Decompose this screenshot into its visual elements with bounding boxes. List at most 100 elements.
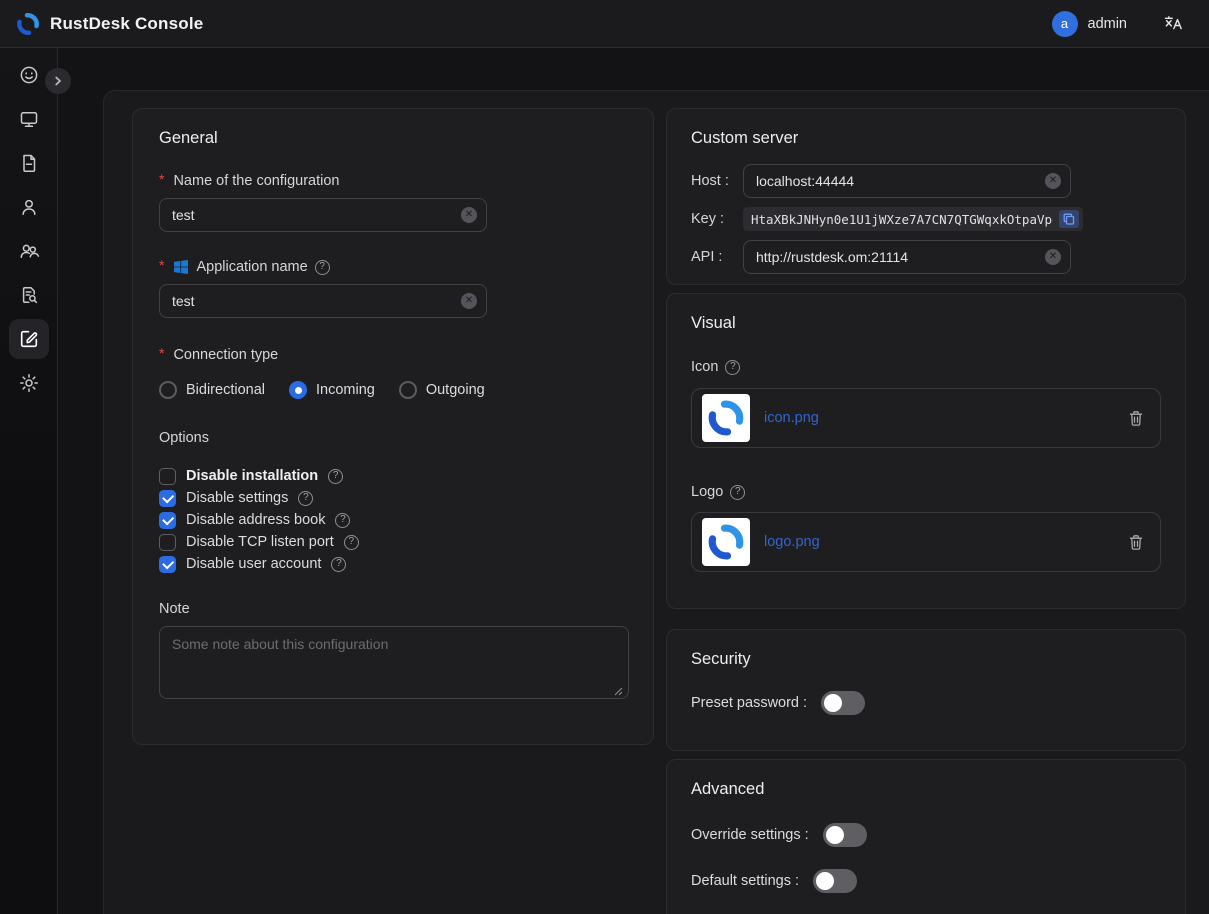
default-settings-row: Default settings :: [691, 869, 1161, 893]
custom-server-card: Custom server Host : ✕ Key : HtaXBkJNHyn…: [666, 108, 1186, 285]
host-row: Host : ✕: [691, 164, 1161, 198]
note-label: Note: [159, 601, 627, 617]
avatar[interactable]: a: [1052, 11, 1078, 37]
override-settings-row: Override settings :: [691, 823, 1161, 847]
trash-icon[interactable]: [1128, 410, 1144, 427]
main-content: General * Name of the configuration ✕ * …: [103, 90, 1209, 914]
api-label: API :: [691, 249, 743, 265]
checkbox-icon[interactable]: [159, 534, 176, 551]
help-icon[interactable]: ?: [328, 469, 343, 484]
connection-type-label: * Connection type: [159, 347, 627, 363]
checkbox-icon[interactable]: [159, 490, 176, 507]
logo-preview-image: [702, 518, 750, 566]
radio-icon[interactable]: [399, 381, 417, 399]
radio-bidirectional[interactable]: Bidirectional: [159, 381, 265, 399]
user-menu[interactable]: a admin: [1052, 11, 1128, 37]
icon-preview-image: [702, 394, 750, 442]
translate-icon[interactable]: [1163, 14, 1183, 34]
checkbox-icon[interactable]: [159, 512, 176, 529]
checkbox-disable-settings[interactable]: Disable settings ?: [159, 487, 627, 509]
windows-icon: [173, 259, 189, 275]
users-group-icon: [18, 240, 40, 262]
preset-password-label: Preset password :: [691, 695, 807, 711]
visual-title: Visual: [691, 314, 1161, 333]
radio-icon[interactable]: [159, 381, 177, 399]
key-row: Key : HtaXBkJNHyn0e1U1jWXze7A7CN7QTGWqxk…: [691, 207, 1161, 231]
checkbox-disable-installation[interactable]: Disable installation ?: [159, 465, 627, 487]
logo-file-row: logo.png: [691, 512, 1161, 572]
key-value-chip: HtaXBkJNHyn0e1U1jWXze7A7CN7QTGWqxkOtpaVp…: [743, 207, 1083, 231]
security-card: Security Preset password :: [666, 629, 1186, 751]
radio-incoming[interactable]: Incoming: [289, 381, 375, 399]
general-card: General * Name of the configuration ✕ * …: [132, 108, 654, 745]
rustdesk-logo-icon: [16, 12, 40, 36]
advanced-card: Advanced Override settings : Default set…: [666, 759, 1186, 914]
sidebar-item-audits[interactable]: [9, 143, 49, 183]
sidebar-item-custom-clients[interactable]: [9, 319, 49, 359]
name-input[interactable]: [159, 198, 487, 232]
top-bar: RustDesk Console a admin: [0, 0, 1209, 48]
security-title: Security: [691, 650, 1161, 669]
user-icon: [18, 196, 40, 218]
preset-password-toggle[interactable]: [821, 691, 865, 715]
edit-square-icon: [18, 328, 40, 350]
help-icon[interactable]: ?: [331, 557, 346, 572]
icon-filename-link[interactable]: icon.png: [764, 410, 819, 426]
logo-filename-link[interactable]: logo.png: [764, 534, 820, 550]
radio-icon[interactable]: [289, 381, 307, 399]
clear-icon[interactable]: ✕: [1045, 249, 1061, 265]
host-label: Host :: [691, 173, 743, 189]
application-name-input[interactable]: [159, 284, 487, 318]
sidebar-item-dashboard[interactable]: [9, 55, 49, 95]
required-asterisk: *: [159, 345, 164, 361]
note-textarea[interactable]: [159, 626, 629, 699]
key-label: Key :: [691, 211, 743, 227]
resize-handle-icon[interactable]: [614, 687, 623, 696]
radio-outgoing[interactable]: Outgoing: [399, 381, 485, 399]
host-input[interactable]: [743, 164, 1071, 198]
gear-icon: [18, 372, 40, 394]
sidebar-item-settings[interactable]: [9, 363, 49, 403]
help-icon[interactable]: ?: [298, 491, 313, 506]
preset-password-row: Preset password :: [691, 691, 1161, 715]
clear-icon[interactable]: ✕: [461, 207, 477, 223]
checkbox-icon[interactable]: [159, 468, 176, 485]
options-label: Options: [159, 430, 627, 446]
note-field: [159, 626, 627, 704]
sidebar-item-users[interactable]: [9, 187, 49, 227]
application-name-label: * Application name ?: [159, 259, 627, 275]
override-settings-toggle[interactable]: [823, 823, 867, 847]
sidebar-item-groups[interactable]: [9, 231, 49, 271]
checkbox-disable-user-account[interactable]: Disable user account ?: [159, 553, 627, 575]
api-input[interactable]: [743, 240, 1071, 274]
api-field: ✕: [743, 240, 1071, 274]
clear-icon[interactable]: ✕: [461, 293, 477, 309]
help-icon[interactable]: ?: [730, 485, 745, 500]
api-row: API : ✕: [691, 240, 1161, 274]
sidebar-item-address-books[interactable]: [9, 275, 49, 315]
help-icon[interactable]: ?: [344, 535, 359, 550]
visual-card: Visual Icon ? icon.png Logo: [666, 293, 1186, 609]
general-card-title: General: [159, 129, 627, 148]
custom-server-title: Custom server: [691, 129, 1161, 148]
key-value: HtaXBkJNHyn0e1U1jWXze7A7CN7QTGWqxkOtpaVp…: [751, 212, 1053, 227]
copy-icon[interactable]: [1059, 210, 1079, 228]
help-icon[interactable]: ?: [335, 513, 350, 528]
default-settings-toggle[interactable]: [813, 869, 857, 893]
checkbox-disable-tcp-listen-port[interactable]: Disable TCP listen port ?: [159, 531, 627, 553]
trash-icon[interactable]: [1128, 534, 1144, 551]
sidebar-item-devices[interactable]: [9, 99, 49, 139]
help-icon[interactable]: ?: [725, 360, 740, 375]
chevron-right-icon: [52, 75, 64, 87]
logo-label: Logo ?: [691, 484, 1161, 500]
help-icon[interactable]: ?: [315, 260, 330, 275]
username: admin: [1088, 16, 1128, 32]
sidebar-expand-button[interactable]: [45, 68, 71, 94]
checkbox-icon[interactable]: [159, 556, 176, 573]
clear-icon[interactable]: ✕: [1045, 173, 1061, 189]
smiley-icon: [18, 64, 40, 86]
application-name-field: ✕: [159, 284, 487, 318]
checkbox-disable-address-book[interactable]: Disable address book ?: [159, 509, 627, 531]
advanced-title: Advanced: [691, 780, 1161, 799]
connection-type-group: Bidirectional Incoming Outgoing: [159, 381, 627, 399]
